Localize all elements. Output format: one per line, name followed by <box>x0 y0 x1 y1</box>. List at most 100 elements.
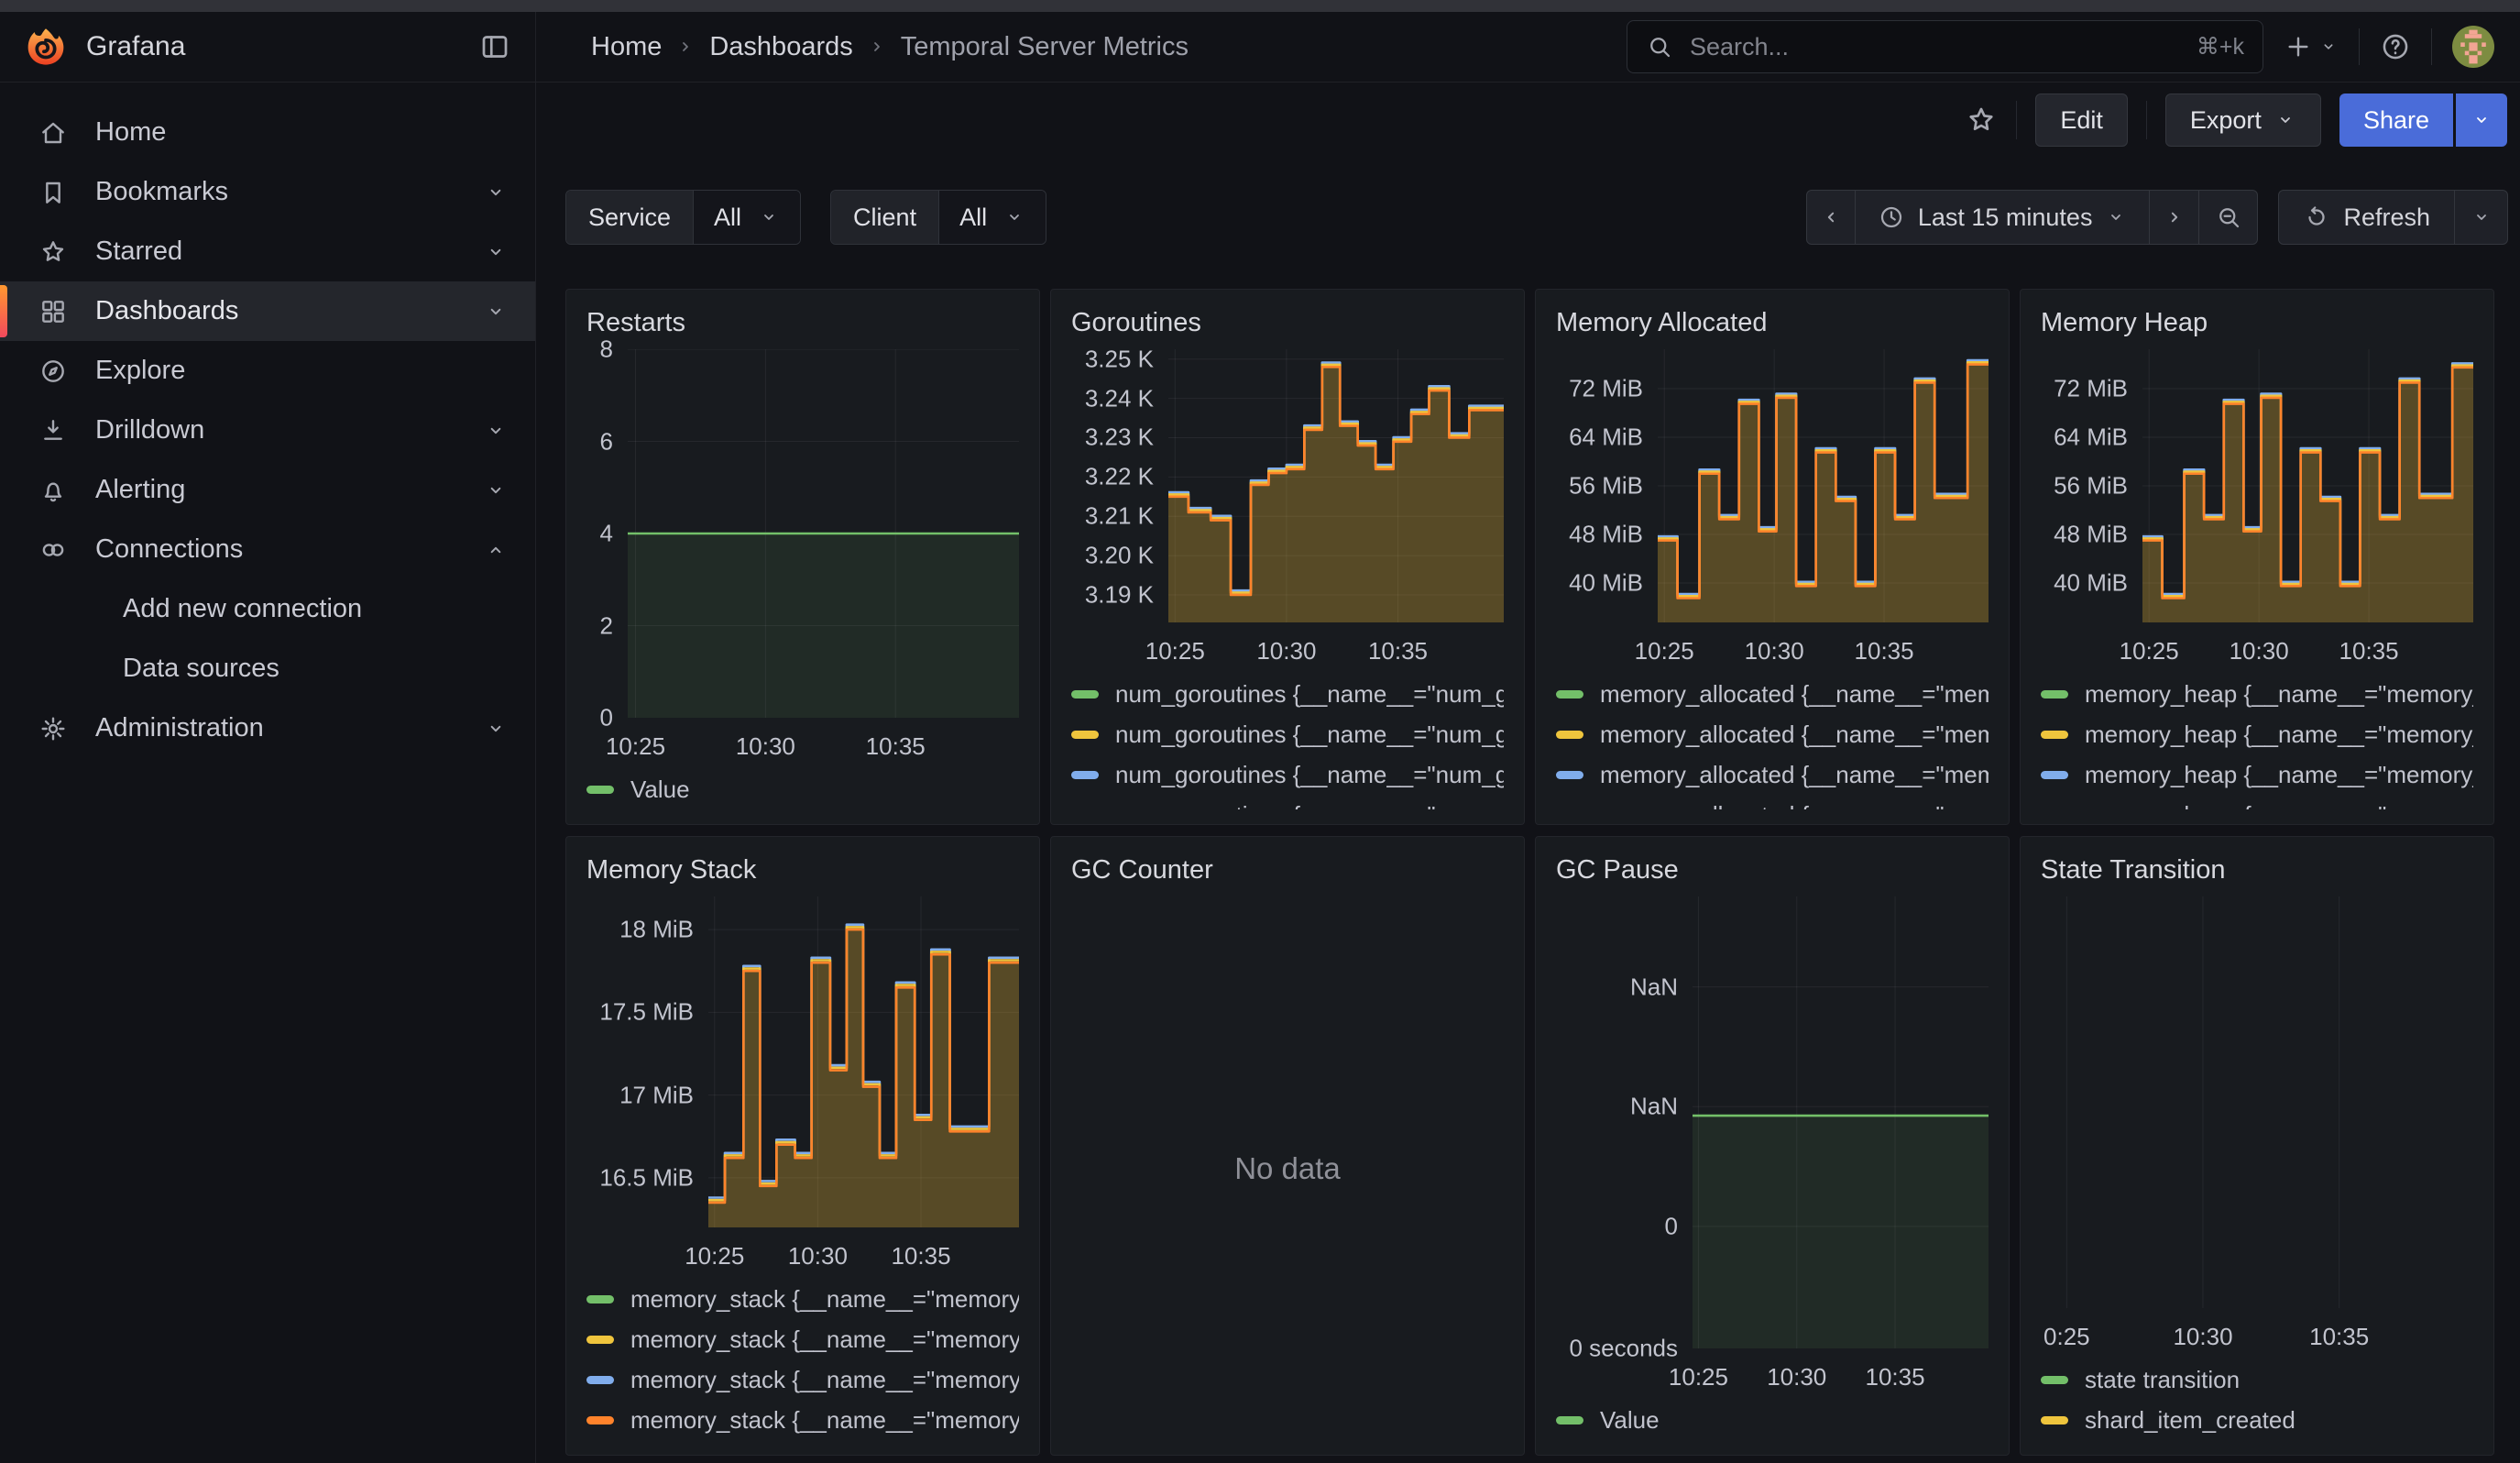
legend-item[interactable]: memory_heap {__name__="memory_h <box>2041 795 2473 809</box>
legend-item[interactable]: num_goroutines {__name__="num_go <box>1071 795 1504 809</box>
breadcrumb-dashboards[interactable]: Dashboards <box>709 32 852 62</box>
favorite-star-icon[interactable] <box>1965 104 1998 137</box>
sidebar-item-bookmarks[interactable]: Bookmarks <box>0 162 535 222</box>
y-axis-tick: 2 <box>600 611 613 640</box>
chart-area: 0:2510:3010:35 <box>2041 896 2473 1356</box>
panel-title: Goroutines <box>1071 308 1504 338</box>
y-axis-tick: 3.22 K <box>1085 463 1154 491</box>
refresh-button[interactable]: Refresh <box>2278 190 2455 245</box>
y-axis-tick: 0 <box>1665 1212 1678 1240</box>
y-axis-tick: 40 MiB <box>2054 568 2128 597</box>
add-new-button[interactable] <box>2284 32 2339 61</box>
sidebar-item-add-new-connection[interactable]: Add new connection <box>0 579 535 639</box>
service-filter-value[interactable]: All <box>694 191 800 244</box>
export-label: Export <box>2190 106 2262 135</box>
legend-item[interactable]: memory_stack {__name__="memory_s <box>586 1279 1019 1319</box>
sidebar-toggle-icon[interactable] <box>478 30 511 63</box>
gear-icon <box>38 714 68 743</box>
x-axis-tick: 10:30 <box>1256 637 1316 666</box>
sidebar-item-dashboards[interactable]: Dashboards <box>0 281 535 341</box>
x-axis-labels: 10:2510:3010:35 <box>1658 622 1989 670</box>
legend-marker <box>586 1295 614 1304</box>
share-menu-button[interactable] <box>2456 94 2507 147</box>
share-button[interactable]: Share <box>2339 94 2453 147</box>
plot-region[interactable] <box>708 896 1019 1227</box>
legend-item[interactable]: Value <box>1556 1400 1989 1440</box>
legend-marker <box>586 1376 614 1384</box>
legend-item[interactable]: num_goroutines {__name__="num_go <box>1071 714 1504 754</box>
edit-button[interactable]: Edit <box>2035 94 2128 147</box>
legend-item[interactable]: memory_allocated {__name__="memo <box>1556 674 1989 714</box>
legend-marker <box>1071 771 1099 779</box>
legend-item-clipped: memory_heap {__name__="memory_h <box>2041 795 2473 809</box>
legend-item[interactable]: memory_allocated {__name__="memo <box>1556 754 1989 795</box>
panel-memory_allocated: Memory Allocated72 MiB64 MiB56 MiB48 MiB… <box>1535 289 2010 825</box>
legend-marker <box>2041 1376 2068 1384</box>
legend-item[interactable]: Value <box>586 769 1019 809</box>
legend-item[interactable]: memory_stack {__name__="memory_s <box>586 1400 1019 1440</box>
legend-label: memory_allocated {__name__="memo <box>1600 720 1989 749</box>
sidebar-item-starred[interactable]: Starred <box>0 222 535 281</box>
breadcrumb: Home Dashboards Temporal Server Metrics <box>591 32 1189 62</box>
sidebar-item-alerting[interactable]: Alerting <box>0 460 535 520</box>
client-filter-value[interactable]: All <box>939 191 1046 244</box>
refresh-interval-button[interactable] <box>2455 190 2508 245</box>
search-input[interactable] <box>1688 32 2182 62</box>
time-back-button[interactable] <box>1806 190 1856 245</box>
help-icon[interactable] <box>2380 31 2411 62</box>
chevron-down-icon <box>2274 109 2296 131</box>
time-forward-button[interactable] <box>2150 190 2199 245</box>
plot-row: 72 MiB64 MiB56 MiB48 MiB40 MiB <box>2041 349 2473 622</box>
plot-region[interactable] <box>2142 349 2473 622</box>
sidebar-item-connections[interactable]: Connections <box>0 520 535 579</box>
legend-item[interactable]: num_goroutines {__name__="num_go <box>1071 674 1504 714</box>
service-filter-label: Service <box>566 191 694 244</box>
legend-item[interactable]: memory_heap {__name__="memory_h <box>2041 714 2473 754</box>
no-data-message: No data <box>1071 896 1504 1440</box>
legend-item[interactable]: memory_heap {__name__="memory_h <box>2041 674 2473 714</box>
sidebar-item-administration[interactable]: Administration <box>0 698 535 758</box>
sidebar-item-home[interactable]: Home <box>0 103 535 162</box>
legend-item[interactable]: memory_heap {__name__="memory_h <box>2041 754 2473 795</box>
plot-row: 86420 <box>586 349 1019 718</box>
legend-item-clipped: memory_allocated {__name__="memo <box>1556 795 1989 809</box>
time-range-button[interactable]: Last 15 minutes <box>1856 190 2151 245</box>
plot-region[interactable] <box>1693 896 1989 1348</box>
avatar[interactable] <box>2452 26 2494 68</box>
legend-item[interactable]: shard_item_created <box>2041 1400 2473 1440</box>
sidebar-item-explore[interactable]: Explore <box>0 341 535 401</box>
sidebar-item-drilldown[interactable]: Drilldown <box>0 401 535 460</box>
sidebar-item-data-sources[interactable]: Data sources <box>0 639 535 698</box>
y-axis-tick: 56 MiB <box>2054 472 2128 500</box>
export-button[interactable]: Export <box>2165 94 2321 147</box>
zoom-out-button[interactable] <box>2199 190 2258 245</box>
legend-item[interactable]: memory_stack {__name__="memory_s <box>586 1319 1019 1359</box>
dashboard-grid: Restarts8642010:2510:3010:35ValueGorouti… <box>565 289 2494 1456</box>
legend-item[interactable]: memory_stack {__name__="memory_s <box>586 1359 1019 1400</box>
panel-gc_pause: GC PauseNaNNaN00 seconds10:2510:3010:35V… <box>1535 836 2010 1456</box>
x-axis-tick: 10:35 <box>2309 1323 2369 1351</box>
y-axis-tick: 16.5 MiB <box>599 1163 694 1192</box>
plot-region[interactable] <box>1658 349 1989 622</box>
legend-item[interactable]: num_goroutines {__name__="num_go <box>1071 754 1504 795</box>
plot-region[interactable] <box>1168 349 1504 622</box>
window-top-strip <box>0 0 2520 12</box>
y-axis-tick: 72 MiB <box>2054 375 2128 403</box>
panel-title: Memory Heap <box>2041 308 2473 338</box>
legend-item[interactable]: memory_allocated {__name__="memo <box>1556 714 1989 754</box>
grid-icon <box>38 297 68 326</box>
legend-label: memory_allocated {__name__="memo <box>1600 761 1989 789</box>
sidebar-item-label: Home <box>95 117 508 148</box>
legend-item[interactable]: state transition <box>2041 1359 2473 1400</box>
breadcrumb-home[interactable]: Home <box>591 32 662 62</box>
search-box[interactable]: ⌘+k <box>1627 20 2263 73</box>
chevron-right-icon <box>866 36 888 58</box>
x-axis-tick: 10:25 <box>606 732 665 761</box>
chart-area: 3.25 K3.24 K3.23 K3.22 K3.21 K3.20 K3.19… <box>1071 349 1504 670</box>
plot-region[interactable] <box>2041 896 2473 1308</box>
legend-item[interactable]: memory_allocated {__name__="memo <box>1556 795 1989 809</box>
chevron-left-icon <box>1819 205 1843 229</box>
plot-region[interactable] <box>628 349 1019 718</box>
y-axis-tick: 3.23 K <box>1085 424 1154 452</box>
legend: memory_heap {__name__="memory_hmemory_he… <box>2041 674 2473 809</box>
